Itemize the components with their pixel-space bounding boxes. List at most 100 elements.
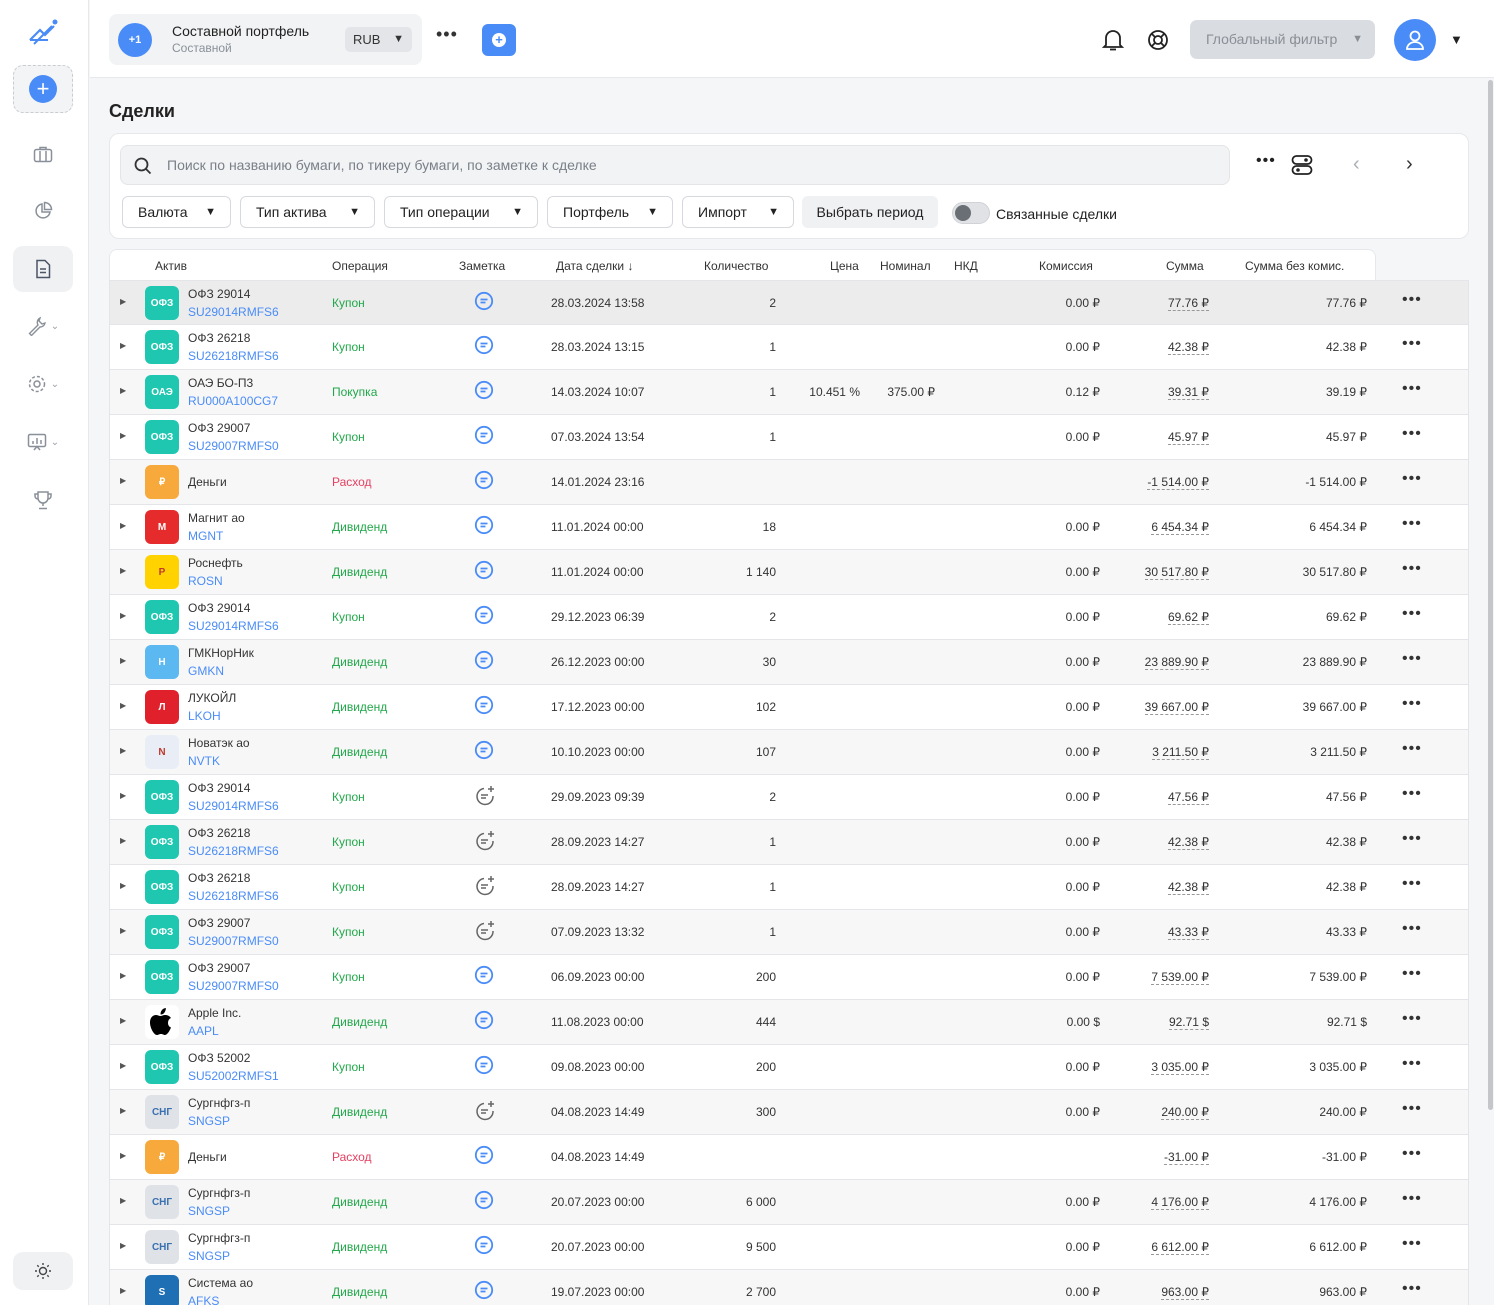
expand-row-icon[interactable]: ▶ xyxy=(120,1241,126,1250)
expand-row-icon[interactable]: ▶ xyxy=(120,341,126,350)
more-icon[interactable]: ••• xyxy=(436,25,458,43)
asset-name[interactable]: Магнит ао xyxy=(188,511,245,525)
header-commission[interactable]: Комиссия xyxy=(1039,259,1093,273)
sum-value[interactable]: 4 176.00 ₽ xyxy=(1151,1195,1209,1210)
header-date[interactable]: Дата сделки ↓ xyxy=(556,259,633,273)
row-more-icon[interactable]: ••• xyxy=(1402,1011,1422,1027)
header-operation[interactable]: Операция xyxy=(332,259,388,273)
sum-value[interactable]: 240.00 ₽ xyxy=(1161,1105,1209,1120)
sidebar-item-portfolio[interactable] xyxy=(13,131,73,177)
asset-ticker[interactable]: SU29014RMFS6 xyxy=(188,305,279,319)
asset-name[interactable]: ГМКНорНик xyxy=(188,646,254,660)
asset-ticker[interactable]: GMKN xyxy=(188,664,224,678)
sum-value[interactable]: -1 514.00 ₽ xyxy=(1147,475,1209,490)
note-icon[interactable] xyxy=(474,1280,494,1303)
header-sum[interactable]: Сумма xyxy=(1166,259,1204,273)
asset-ticker[interactable]: AFKS xyxy=(188,1294,219,1305)
note-icon[interactable] xyxy=(474,965,494,988)
add-note-icon[interactable] xyxy=(474,1100,496,1125)
chevron-right-icon[interactable]: › xyxy=(1406,154,1413,174)
sum-value[interactable]: 43.33 ₽ xyxy=(1168,925,1209,940)
note-icon[interactable] xyxy=(474,515,494,538)
asset-name[interactable]: Деньги xyxy=(188,475,227,489)
asset-ticker[interactable]: SU29014RMFS6 xyxy=(188,799,279,813)
table-row[interactable]: ▶ СНГ Сургнфгз-п SNGSP Дивиденд 04.08.2023 14… xyxy=(109,1090,1469,1135)
more-icon[interactable]: ••• xyxy=(1256,153,1276,169)
chevron-left-icon[interactable]: ‹ xyxy=(1353,154,1360,174)
note-icon[interactable] xyxy=(474,695,494,718)
expand-row-icon[interactable]: ▶ xyxy=(120,1016,126,1025)
note-icon[interactable] xyxy=(474,1235,494,1258)
import-filter[interactable]: Импорт ▼ xyxy=(682,196,794,228)
sidebar-item-deals[interactable] xyxy=(13,246,73,292)
sum-value[interactable]: 47.56 ₽ xyxy=(1168,790,1209,805)
sidebar-item-achievements[interactable] xyxy=(13,477,73,523)
expand-row-icon[interactable]: ▶ xyxy=(120,836,126,845)
operation-type-filter[interactable]: Тип операции ▼ xyxy=(384,196,538,228)
row-more-icon[interactable]: ••• xyxy=(1402,876,1422,892)
asset-ticker[interactable]: SU26218RMFS6 xyxy=(188,349,279,363)
chevron-down-icon[interactable]: ▼ xyxy=(1450,32,1463,47)
table-row[interactable]: ▶ ОФЗ ОФЗ 26218 SU26218RMFS6 Купон 28.09.2023… xyxy=(109,820,1469,865)
note-icon[interactable] xyxy=(474,380,494,403)
note-icon[interactable] xyxy=(474,740,494,763)
header-asset[interactable]: Актив xyxy=(155,259,187,273)
row-more-icon[interactable]: ••• xyxy=(1402,1281,1422,1297)
header-note[interactable]: Заметка xyxy=(459,259,505,273)
sum-value[interactable]: 3 035.00 ₽ xyxy=(1151,1060,1209,1075)
sum-value[interactable]: 39 667.00 ₽ xyxy=(1144,700,1209,715)
row-more-icon[interactable]: ••• xyxy=(1402,696,1422,712)
sum-value[interactable]: 3 211.50 ₽ xyxy=(1152,745,1209,760)
currency-select[interactable]: RUB ▼ xyxy=(345,27,412,52)
columns-settings-icon[interactable] xyxy=(1291,154,1313,179)
row-more-icon[interactable]: ••• xyxy=(1402,651,1422,667)
row-more-icon[interactable]: ••• xyxy=(1402,1056,1422,1072)
note-icon[interactable] xyxy=(474,1190,494,1213)
search-input[interactable] xyxy=(167,146,1217,184)
asset-name[interactable]: ОФЗ 29007 xyxy=(188,916,250,930)
support-icon[interactable] xyxy=(1147,29,1169,54)
asset-type-filter[interactable]: Тип актива ▼ xyxy=(240,196,375,228)
table-row[interactable]: ▶ ОАЭ ОАЭ БО-П3 RU000A100CG7 Покупка 14.03.20… xyxy=(109,370,1469,415)
add-note-icon[interactable] xyxy=(474,830,496,855)
asset-ticker[interactable]: SNGSP xyxy=(188,1249,230,1263)
table-row[interactable]: ▶ СНГ Сургнфгз-п SNGSP Дивиденд 20.07.2023 00… xyxy=(109,1180,1469,1225)
note-icon[interactable] xyxy=(474,650,494,673)
table-row[interactable]: ▶ ₽ Деньги Расход 04.08.2023 14:49 -31.00 ₽ -3… xyxy=(109,1135,1469,1180)
table-row[interactable]: ▶ ОФЗ ОФЗ 29014 SU29014RMFS6 Купон 28.03.2024… xyxy=(109,280,1469,325)
sum-value[interactable]: 69.62 ₽ xyxy=(1168,610,1209,625)
sum-value[interactable]: 42.38 ₽ xyxy=(1168,880,1209,895)
asset-name[interactable]: Apple Inc. xyxy=(188,1006,241,1020)
sum-value[interactable]: 42.38 ₽ xyxy=(1168,835,1209,850)
table-row[interactable]: ▶ S Система ао AFKS Дивиденд 19.07.2023 00:00… xyxy=(109,1270,1469,1305)
sum-value[interactable]: 77.76 ₽ xyxy=(1168,296,1209,311)
scrollbar[interactable] xyxy=(1488,80,1493,1110)
asset-ticker[interactable]: MGNT xyxy=(188,529,223,543)
sum-value[interactable]: 30 517.80 ₽ xyxy=(1144,565,1209,580)
table-row[interactable]: ▶ ОФЗ ОФЗ 29014 SU29014RMFS6 Купон 29.09.2023… xyxy=(109,775,1469,820)
asset-name[interactable]: Сургнфгз-п xyxy=(188,1231,250,1245)
app-logo-icon[interactable] xyxy=(26,18,60,48)
sidebar-item-analytics[interactable] xyxy=(13,188,73,234)
asset-ticker[interactable]: SU29007RMFS0 xyxy=(188,934,279,948)
row-more-icon[interactable]: ••• xyxy=(1402,606,1422,622)
expand-row-icon[interactable]: ▶ xyxy=(120,926,126,935)
row-more-icon[interactable]: ••• xyxy=(1402,921,1422,937)
add-note-icon[interactable] xyxy=(474,875,496,900)
asset-name[interactable]: Новатэк ао xyxy=(188,736,250,750)
expand-row-icon[interactable]: ▶ xyxy=(120,611,126,620)
note-icon[interactable] xyxy=(474,425,494,448)
sum-value[interactable]: 963.00 ₽ xyxy=(1161,1285,1209,1300)
sum-value[interactable]: 6 612.00 ₽ xyxy=(1151,1240,1209,1255)
sum-value[interactable]: 92.71 $ xyxy=(1168,1015,1209,1030)
table-row[interactable]: ▶ ОФЗ ОФЗ 29007 SU29007RMFS0 Купон 06.09.2023… xyxy=(109,955,1469,1000)
asset-name[interactable]: Роснефть xyxy=(188,556,243,570)
row-more-icon[interactable]: ••• xyxy=(1402,786,1422,802)
note-icon[interactable] xyxy=(474,335,494,358)
row-more-icon[interactable]: ••• xyxy=(1402,471,1422,487)
add-note-icon[interactable] xyxy=(474,920,496,945)
expand-row-icon[interactable]: ▶ xyxy=(120,1106,126,1115)
row-more-icon[interactable]: ••• xyxy=(1402,516,1422,532)
asset-name[interactable]: ОФЗ 26218 xyxy=(188,871,250,885)
asset-ticker[interactable]: SU26218RMFS6 xyxy=(188,889,279,903)
